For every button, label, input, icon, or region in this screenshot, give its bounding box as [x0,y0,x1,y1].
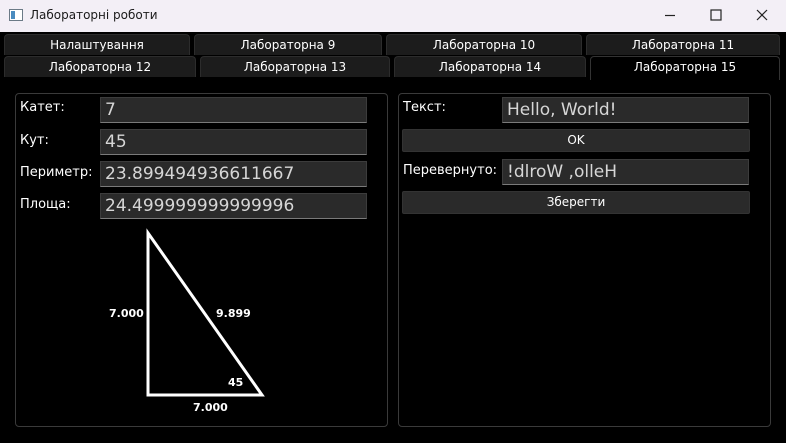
tab-settings[interactable]: Налаштування [4,34,190,55]
app-window: Лабораторні роботи Налаштування Лаборато… [0,0,786,443]
maximize-icon [710,9,722,21]
tab-lab-14[interactable]: Лабораторна 14 [394,56,586,77]
perimeter-label: Периметр: [20,165,93,180]
close-icon [756,9,768,21]
triangle-hypotenuse-label: 9.899 [216,307,251,320]
triangle-angle-label: 45 [228,376,243,389]
angle-input[interactable]: 45 [100,129,367,155]
perimeter-field[interactable]: 23.899494936611667 [100,161,367,187]
title-bar: Лабораторні роботи [0,0,786,32]
area-label: Площа: [20,197,71,212]
leg-input[interactable]: 7 [100,97,367,123]
tab-lab-10[interactable]: Лабораторна 10 [386,34,582,55]
tab-lab-15[interactable]: Лабораторна 15 [590,56,780,80]
window-title: Лабораторні роботи [30,8,158,22]
app-icon [9,9,23,21]
tab-lab-13[interactable]: Лабораторна 13 [200,56,390,77]
close-button[interactable] [740,0,786,32]
maximize-button[interactable] [694,0,740,32]
ok-button[interactable]: OK [402,129,750,152]
triangle-left-side-label: 7.000 [109,307,144,320]
tab-lab-12[interactable]: Лабораторна 12 [4,56,196,77]
text-input[interactable]: Hello, World! [502,97,749,123]
reversed-field[interactable]: !dlroW ,olleH [502,159,749,185]
minimize-button[interactable] [648,0,694,32]
leg-label: Катет: [20,100,65,115]
angle-label: Кут: [20,133,49,148]
save-button[interactable]: Зберегти [402,191,750,214]
triangle-drawing: 7.000 9.899 45 7.000 [109,228,265,414]
tab-lab-9[interactable]: Лабораторна 9 [194,34,382,55]
area-field[interactable]: 24.499999999999996 [100,193,367,219]
text-label: Текст: [403,100,446,115]
reversed-label: Перевернуто: [403,163,498,178]
triangle-bottom-side-label: 7.000 [193,401,228,414]
minimize-icon [665,14,675,17]
tab-lab-11[interactable]: Лабораторна 11 [586,34,780,55]
